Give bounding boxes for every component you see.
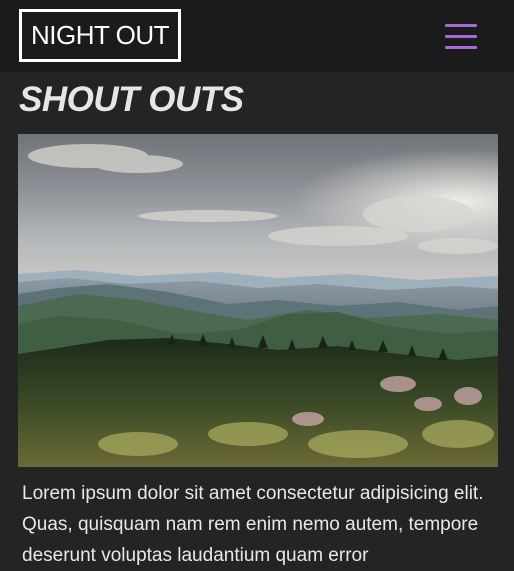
feature-description: Lorem ipsum dolor sit amet consectetur a… (22, 483, 484, 566)
site-header: NIGHT OUT (0, 0, 514, 72)
mountain-landscape-photo (18, 134, 498, 467)
section-title: SHOUT OUTS (19, 80, 244, 119)
site-logo[interactable]: NIGHT OUT (19, 9, 181, 62)
hamburger-menu-icon[interactable] (445, 22, 479, 50)
